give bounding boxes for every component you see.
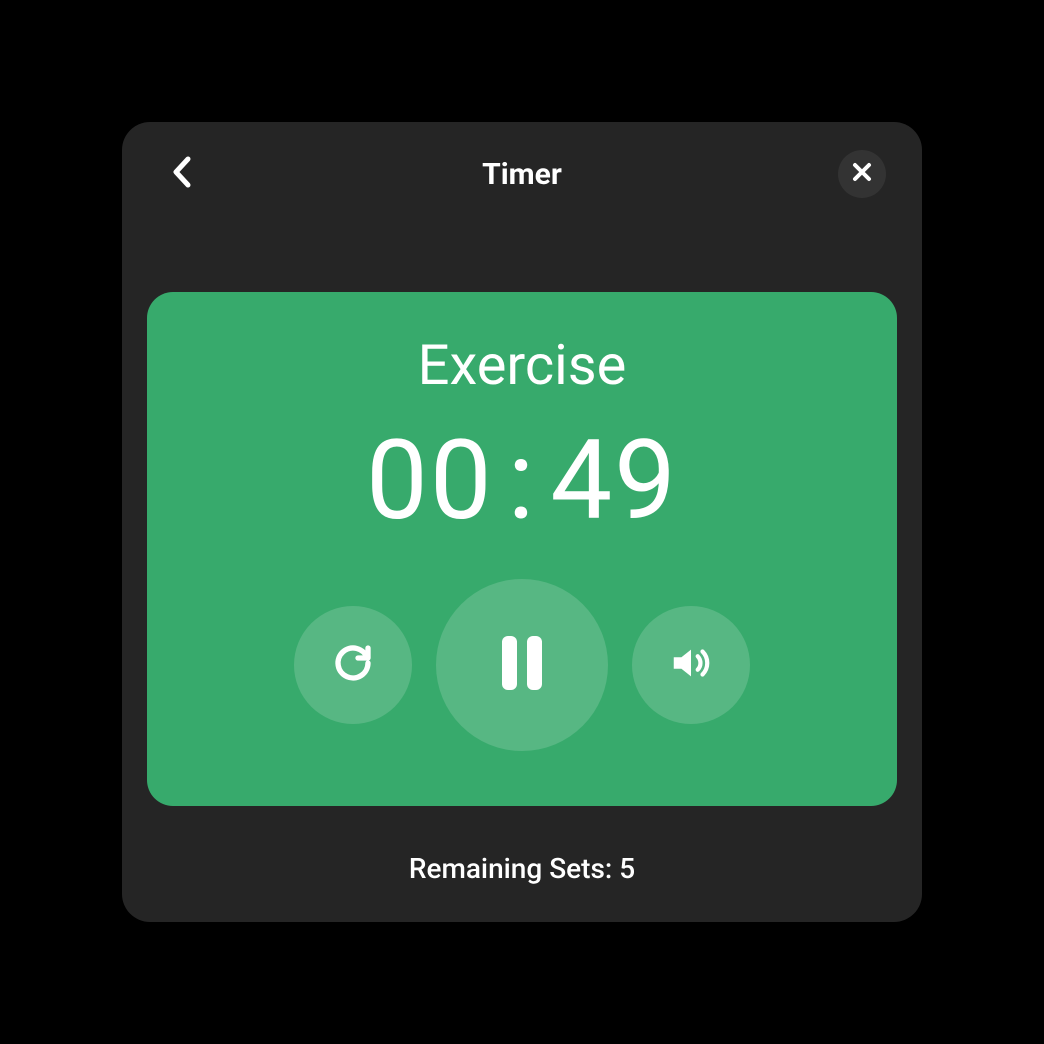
timer-panel: Timer Exercise 00 : 49 [122, 122, 922, 922]
time-separator: : [508, 416, 537, 545]
pause-button[interactable] [436, 579, 608, 751]
header: Timer [158, 146, 886, 202]
volume-icon [668, 640, 714, 690]
page-title: Timer [206, 157, 838, 192]
close-icon [852, 162, 872, 186]
reset-button[interactable] [294, 606, 412, 724]
controls-row [294, 579, 750, 751]
remaining-sets-label: Remaining Sets: 5 [409, 852, 635, 885]
content-area: Exercise 00 : 49 [158, 202, 886, 886]
close-button[interactable] [838, 150, 886, 198]
time-minutes: 00 [366, 416, 494, 545]
time-display: 00 : 49 [366, 416, 678, 545]
sound-button[interactable] [632, 606, 750, 724]
pause-icon [494, 630, 550, 700]
reset-icon [333, 643, 373, 687]
timer-card: Exercise 00 : 49 [147, 292, 897, 806]
chevron-left-icon [171, 155, 193, 193]
back-button[interactable] [158, 150, 206, 198]
time-seconds: 49 [550, 416, 678, 545]
phase-label: Exercise [418, 332, 627, 398]
